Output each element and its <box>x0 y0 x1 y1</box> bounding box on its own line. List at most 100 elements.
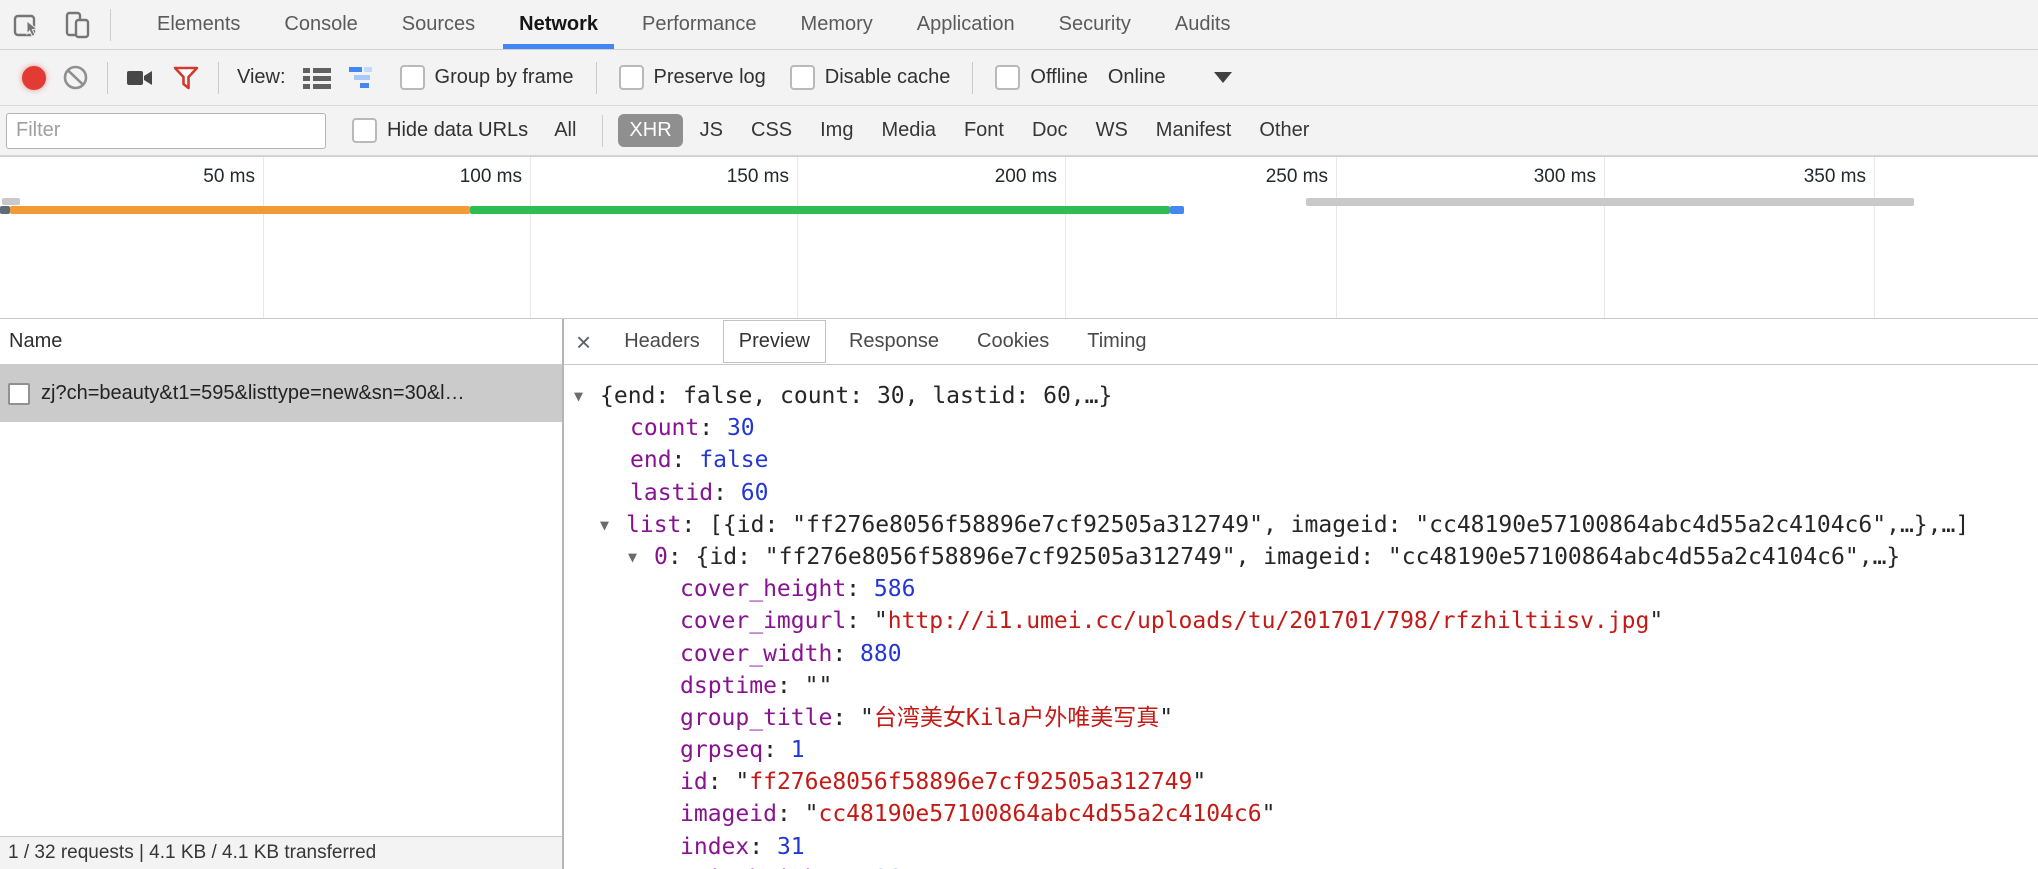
tab-application[interactable]: Application <box>895 0 1037 49</box>
disable-cache-checkbox[interactable] <box>790 65 815 90</box>
timeline-tick-label: 150 ms <box>619 166 789 188</box>
tab-sources[interactable]: Sources <box>380 0 497 49</box>
clear-icon <box>62 64 89 91</box>
preserve-log-toggle[interactable]: Preserve log <box>619 65 766 90</box>
json-tree-line[interactable]: cover_imgurl: "http://i1.umei.cc/uploads… <box>564 605 2038 637</box>
throttling-dropdown-icon[interactable] <box>1214 72 1232 83</box>
filter-type-manifest[interactable]: Manifest <box>1145 114 1243 147</box>
name-column-header[interactable]: Name <box>0 319 562 365</box>
filter-type-img[interactable]: Img <box>809 114 864 147</box>
json-tree-line[interactable]: count: 30 <box>564 412 2038 444</box>
json-tree-line[interactable]: end: false <box>564 444 2038 476</box>
close-icon[interactable]: × <box>564 329 605 355</box>
view-list-button[interactable] <box>302 65 332 91</box>
detail-tab-headers[interactable]: Headers <box>609 321 715 362</box>
json-text: " <box>1649 608 1663 634</box>
offline-checkbox[interactable] <box>995 65 1020 90</box>
network-status-bar: 1 / 32 requests | 4.1 KB / 4.1 KB transf… <box>0 836 562 869</box>
json-text: : <box>713 480 741 506</box>
inspect-element-icon[interactable] <box>6 5 50 45</box>
json-text: : " <box>846 608 888 634</box>
filter-type-font[interactable]: Font <box>953 114 1015 147</box>
panel-tabs: Elements Console SourcesNetworkPerformance… <box>135 0 1252 49</box>
throttling-value[interactable]: Online <box>1108 66 1166 89</box>
overview-pending-bar <box>1306 198 1914 206</box>
view-waterfall-button[interactable] <box>348 65 380 91</box>
json-text: " <box>1159 705 1173 731</box>
overview-request-bar-segment <box>10 206 470 214</box>
filter-type-doc[interactable]: Doc <box>1021 114 1079 147</box>
hide-data-urls-label: Hide data URLs <box>387 119 528 142</box>
tab-console[interactable]: Console <box>262 0 379 49</box>
json-tree-line[interactable]: dsptime: "" <box>564 670 2038 702</box>
tab-label: Console <box>284 13 357 36</box>
detail-tab-cookies[interactable]: Cookies <box>962 321 1064 362</box>
filter-type-xhr[interactable]: XHR <box>618 114 682 147</box>
group-by-frame-label: Group by frame <box>435 66 574 89</box>
tab-elements[interactable]: Elements <box>135 0 262 49</box>
json-key: id <box>680 769 708 795</box>
filter-type-ws[interactable]: WS <box>1085 114 1139 147</box>
expand-arrow-icon[interactable]: ▼ <box>574 380 600 412</box>
offline-label: Offline <box>1030 66 1087 89</box>
json-tree-line[interactable]: orig_height: 586 <box>564 863 2038 869</box>
timeline-tick-label: 200 ms <box>887 166 1057 188</box>
detail-tab-preview[interactable]: Preview <box>723 320 826 363</box>
filter-input[interactable] <box>6 113 326 149</box>
group-by-frame-checkbox[interactable] <box>400 65 425 90</box>
requests-panel: Name zj?ch=beauty&t1=595&listtype=new&sn… <box>0 319 562 869</box>
json-tree-line[interactable]: ▼0: {id: "ff276e8056f58896e7cf92505a3127… <box>564 541 2038 573</box>
devtools-tab-bar: Elements Console SourcesNetworkPerformance… <box>0 0 2038 50</box>
detail-tab-response[interactable]: Response <box>834 321 954 362</box>
hide-data-urls-checkbox[interactable] <box>352 118 377 143</box>
tab-security[interactable]: Security <box>1037 0 1153 49</box>
file-icon <box>8 383 30 405</box>
json-tree-line[interactable]: id: "ff276e8056f58896e7cf92505a312749" <box>564 766 2038 798</box>
group-by-frame-toggle[interactable]: Group by frame <box>400 65 574 90</box>
offline-toggle[interactable]: Offline <box>995 65 1087 90</box>
json-tree-line[interactable]: group_title: "台湾美女Kila户外唯美写真" <box>564 702 2038 734</box>
expand-arrow-icon[interactable]: ▼ <box>600 509 626 541</box>
json-tree-line[interactable]: ▼{end: false, count: 30, lastid: 60,…} <box>564 380 2038 412</box>
toolbar-divider <box>596 62 597 94</box>
json-key: grpseq <box>680 737 763 763</box>
tab-network[interactable]: Network <box>497 0 620 49</box>
json-number: 880 <box>860 641 902 667</box>
expand-arrow-icon[interactable]: ▼ <box>628 541 654 573</box>
timeline-gridline <box>263 157 264 318</box>
json-tree-line[interactable]: ▼list: [{id: "ff276e8056f58896e7cf92505a… <box>564 509 2038 541</box>
detail-tab-timing[interactable]: Timing <box>1072 321 1161 362</box>
hide-data-urls-toggle[interactable]: Hide data URLs <box>352 118 528 143</box>
json-tree-line[interactable]: cover_width: 880 <box>564 638 2038 670</box>
json-text: : <box>832 641 860 667</box>
filter-type-js[interactable]: JS <box>689 114 734 147</box>
disable-cache-toggle[interactable]: Disable cache <box>790 65 951 90</box>
record-button[interactable] <box>22 66 46 90</box>
device-toolbar-icon[interactable] <box>56 5 100 45</box>
timeline-tick-label: 100 ms <box>352 166 522 188</box>
json-key: dsptime <box>680 673 777 699</box>
clear-button[interactable] <box>62 64 89 91</box>
json-tree-line[interactable]: grpseq: 1 <box>564 734 2038 766</box>
tab-memory[interactable]: Memory <box>779 0 895 49</box>
preserve-log-checkbox[interactable] <box>619 65 644 90</box>
request-row[interactable]: zj?ch=beauty&t1=595&listtype=new&sn=30&l… <box>0 365 562 422</box>
json-key: cover_imgurl <box>680 608 846 634</box>
filter-type-all[interactable]: All <box>543 114 587 147</box>
json-tree-line[interactable]: cover_height: 586 <box>564 573 2038 605</box>
json-tree-line[interactable]: imageid: "cc48190e57100864abc4d55a2c4104… <box>564 798 2038 830</box>
json-tree-line[interactable]: index: 31 <box>564 831 2038 863</box>
overview-request-bar-segment <box>1170 206 1184 214</box>
json-key: group_title <box>680 705 832 731</box>
filter-type-other[interactable]: Other <box>1248 114 1320 147</box>
network-overview[interactable]: 50 ms100 ms150 ms200 ms250 ms300 ms350 m… <box>0 156 2038 318</box>
filter-toggle-button[interactable] <box>172 64 200 92</box>
filter-type-css[interactable]: CSS <box>740 114 803 147</box>
tab-audits[interactable]: Audits <box>1153 0 1253 49</box>
timeline-gridline <box>1336 157 1337 318</box>
screenshot-capture-button[interactable] <box>126 66 156 90</box>
filter-type-media[interactable]: Media <box>870 114 946 147</box>
preview-json-tree[interactable]: ▼{end: false, count: 30, lastid: 60,…}co… <box>564 366 2038 869</box>
json-tree-line[interactable]: lastid: 60 <box>564 477 2038 509</box>
tab-performance[interactable]: Performance <box>620 0 779 49</box>
